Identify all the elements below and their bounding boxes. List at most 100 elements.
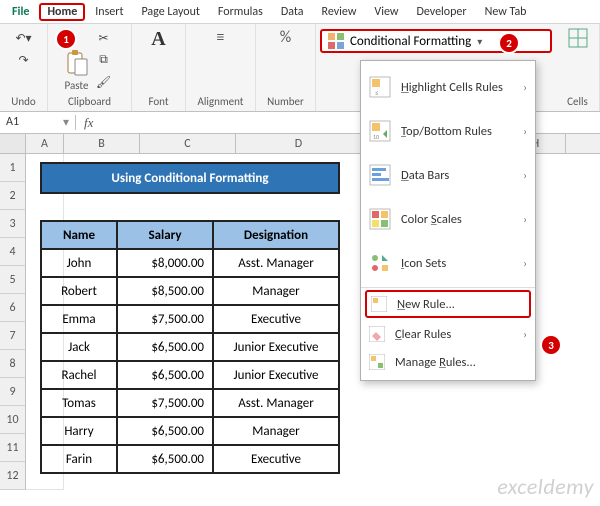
chevron-right-icon: ›	[523, 81, 527, 94]
svg-text:10: 10	[373, 133, 379, 141]
redo-icon[interactable]: ↷	[13, 50, 35, 70]
menu-clear-rules[interactable]: Clear Rules ›	[361, 320, 535, 348]
conditional-formatting-menu: ≤ Highlight Cells Rules › 10 Top/Bottom …	[360, 60, 536, 381]
step-badge-1: 1	[57, 30, 75, 48]
group-alignment-label: Alignment	[198, 93, 244, 111]
svg-text:≤: ≤	[375, 88, 379, 97]
paste-button[interactable]: Paste	[65, 49, 89, 92]
font-button[interactable]: A	[151, 28, 165, 51]
tab-review[interactable]: Review	[314, 3, 365, 21]
menu-top-bottom[interactable]: 10 Top/Bottom Rules ›	[361, 109, 535, 153]
group-alignment: ≡ Alignment	[186, 24, 256, 111]
chevron-right-icon: ›	[523, 328, 527, 341]
menu-separator	[361, 287, 535, 288]
tab-home[interactable]: Home	[39, 3, 85, 21]
data-table: Using Conditional Formatting Name Salary…	[40, 162, 340, 474]
table-row[interactable]: Robert$8,500.00Manager	[41, 277, 339, 305]
undo-icon[interactable]: ↶▾	[13, 28, 35, 48]
fx-icon[interactable]: fx	[76, 115, 101, 131]
table-row[interactable]: Emma$7,500.00Executive	[41, 305, 339, 333]
chevron-right-icon: ›	[523, 125, 527, 138]
tab-insert[interactable]: Insert	[87, 3, 131, 21]
percent-icon: %	[280, 28, 291, 47]
row-6[interactable]: 6	[0, 294, 26, 322]
row-8[interactable]: 8	[0, 350, 26, 378]
table-row[interactable]: Harry$6,500.00Manager	[41, 417, 339, 445]
chevron-down-icon: ▾	[477, 35, 482, 48]
watermark: exceldemy	[497, 473, 594, 500]
col-header-salary: Salary	[117, 221, 213, 249]
alignment-button[interactable]: ≡	[217, 28, 225, 47]
paste-label: Paste	[65, 79, 89, 92]
row-12[interactable]: 12	[0, 462, 26, 490]
conditional-formatting-icon	[328, 33, 344, 49]
group-clipboard-label: Clipboard	[68, 93, 111, 111]
row-5[interactable]: 5	[0, 266, 26, 294]
row-headers: 1 2 3 4 5 6 7 8 9 10 11 12	[0, 154, 26, 490]
tab-data[interactable]: Data	[273, 3, 312, 21]
tab-developer[interactable]: Developer	[408, 3, 474, 21]
group-cells: Cells	[556, 24, 600, 111]
row-4[interactable]: 4	[0, 238, 26, 266]
group-font-label: Font	[148, 93, 168, 111]
copy-icon[interactable]: ⧉	[93, 50, 115, 70]
col-b[interactable]: B	[64, 134, 140, 153]
row-7[interactable]: 7	[0, 322, 26, 350]
databars-icon	[369, 164, 391, 186]
group-font: A Font	[132, 24, 186, 111]
col-a[interactable]: A	[26, 134, 64, 153]
colorscales-icon	[369, 208, 391, 230]
menu-icon-sets[interactable]: Icon Sets ›	[361, 241, 535, 285]
number-button[interactable]: %	[280, 28, 291, 47]
cells-button[interactable]	[568, 28, 588, 48]
row-3[interactable]: 3	[0, 210, 26, 238]
chevron-right-icon: ›	[523, 169, 527, 182]
chevron-down-icon: ▾	[63, 115, 69, 130]
row-2[interactable]: 2	[0, 182, 26, 210]
table-row[interactable]: John$8,000.00Asst. Manager	[41, 249, 339, 277]
tab-formulas[interactable]: Formulas	[210, 3, 271, 21]
chevron-right-icon: ›	[523, 213, 527, 226]
menu-manage-rules[interactable]: Manage Rules...	[361, 348, 535, 376]
menu-new-rule[interactable]: New Rule...	[365, 290, 531, 318]
row-9[interactable]: 9	[0, 378, 26, 406]
group-undo: ↶▾ ↷ Undo	[0, 24, 48, 111]
tab-page-layout[interactable]: Page Layout	[133, 3, 207, 21]
col-header-name: Name	[41, 221, 117, 249]
topbottom-icon: 10	[369, 120, 391, 142]
iconsets-icon	[369, 252, 391, 274]
ribbon-tabs: File Home Insert Page Layout Formulas Da…	[0, 0, 600, 24]
group-undo-label: Undo	[11, 93, 35, 111]
tab-file[interactable]: File	[4, 3, 37, 21]
row-10[interactable]: 10	[0, 406, 26, 434]
format-painter-icon[interactable]: 🖌	[93, 72, 115, 92]
cells-icon	[568, 28, 588, 48]
name-box[interactable]: A1▾	[0, 115, 76, 130]
table-row[interactable]: Tomas$7,500.00Asst. Manager	[41, 389, 339, 417]
highlight-icon: ≤	[369, 76, 391, 98]
conditional-formatting-label: Conditional Formatting	[350, 34, 471, 49]
table-row[interactable]: Jack$6,500.00Junior Executive	[41, 333, 339, 361]
menu-highlight-label: ighlight Cells Rules	[409, 80, 503, 95]
row-11[interactable]: 11	[0, 434, 26, 462]
manage-rules-icon	[369, 354, 385, 370]
font-icon: A	[151, 28, 165, 51]
tab-new-tab[interactable]: New Tab	[477, 3, 535, 21]
select-all-corner[interactable]	[0, 134, 26, 153]
table-row[interactable]: Farin$6,500.00Executive	[41, 445, 339, 473]
col-header-designation: Designation	[213, 221, 339, 249]
tab-view[interactable]: View	[366, 3, 406, 21]
menu-color-scales[interactable]: Color Scales ›	[361, 197, 535, 241]
table-title: Using Conditional Formatting	[41, 163, 339, 193]
col-c[interactable]: C	[140, 134, 236, 153]
step-badge-2: 2	[500, 34, 518, 52]
cut-icon[interactable]: ✂	[93, 28, 115, 48]
menu-highlight-cells[interactable]: ≤ Highlight Cells Rules ›	[361, 65, 535, 109]
table-row[interactable]: Rachel$6,500.00Junior Executive	[41, 361, 339, 389]
col-d[interactable]: D	[236, 134, 362, 153]
menu-data-bars[interactable]: Data Bars ›	[361, 153, 535, 197]
group-number: % Number	[256, 24, 316, 111]
row-1[interactable]: 1	[0, 154, 26, 182]
group-cells-label: Cells	[567, 93, 588, 111]
alignment-icon: ≡	[217, 28, 225, 47]
